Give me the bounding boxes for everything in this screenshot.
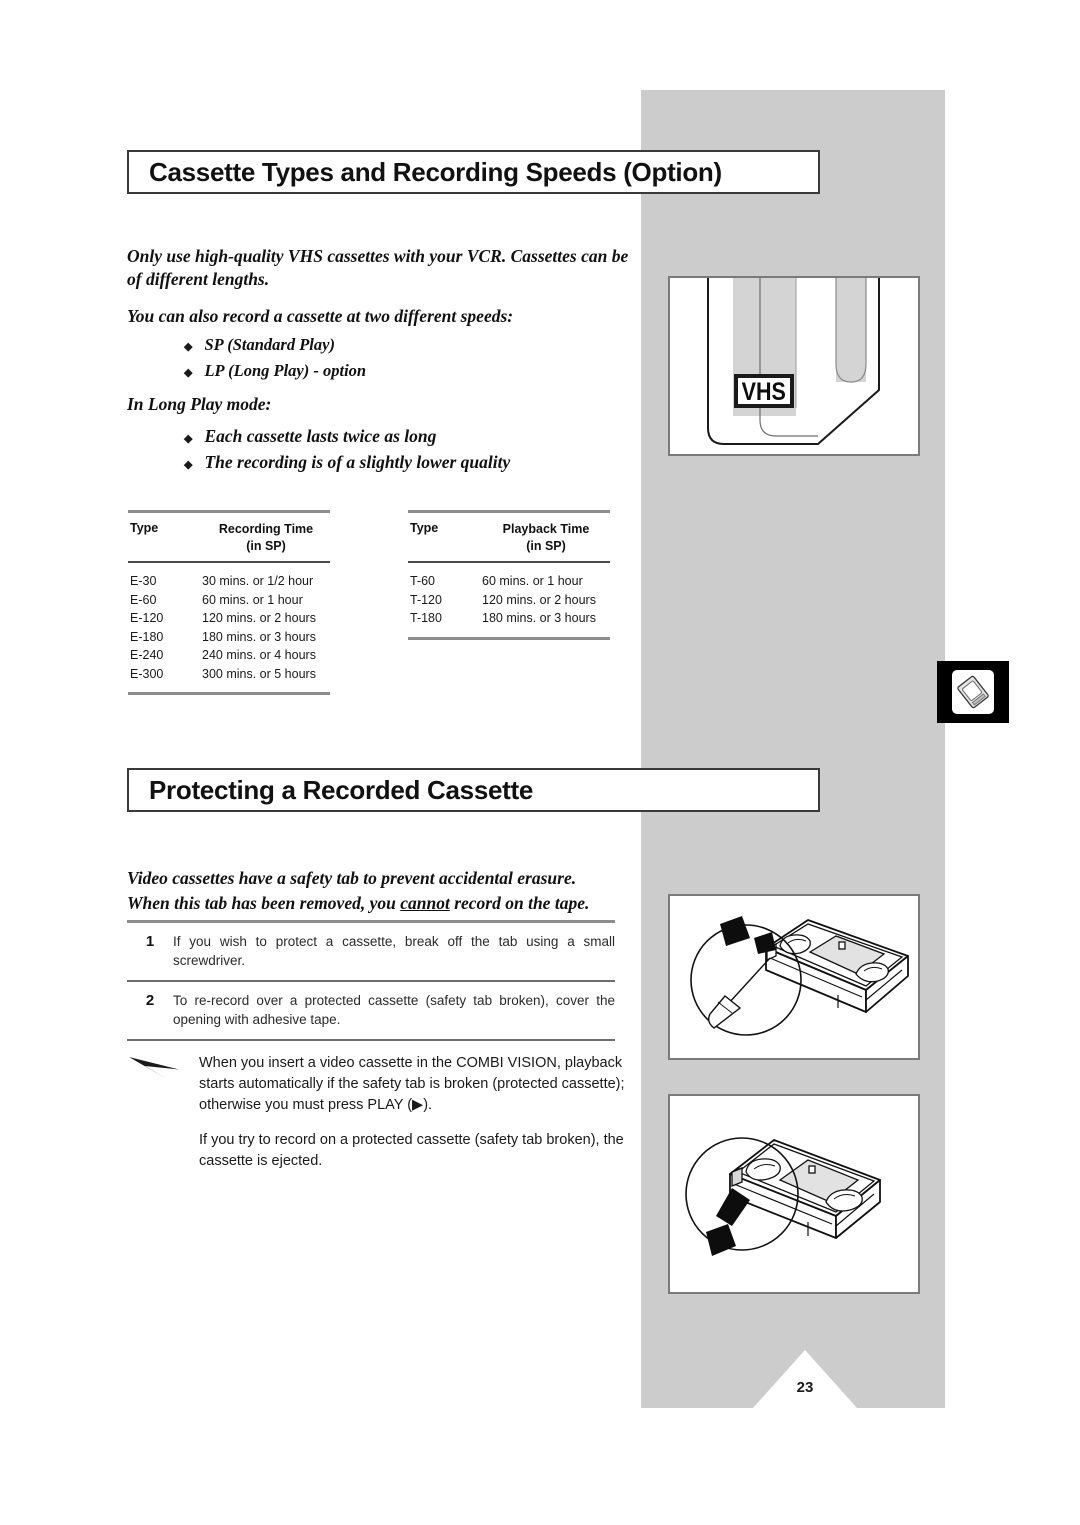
table-body: T-60 60 mins. or 1 hour T-120 120 mins. … (408, 563, 610, 637)
cell-type: T-60 (410, 574, 436, 588)
note-body: When you insert a video cassette in the … (199, 1053, 627, 1172)
diamond-bullet-icon: ◆ (184, 367, 193, 379)
section-title-text: Cassette Types and Recording Speeds (Opt… (149, 156, 722, 187)
diamond-bullet-icon: ◆ (184, 433, 193, 445)
table-row: E-300 300 mins. or 5 hours (128, 665, 330, 684)
step-item: 1 If you wish to protect a cassette, bre… (127, 923, 615, 980)
column-header-time-line1: Playback Time (502, 522, 590, 536)
table-body: E-30 30 mins. or 1/2 hour E-60 60 mins. … (128, 563, 330, 692)
column-header-type: Type (130, 521, 159, 535)
speeds-intro-paragraph: You can also record a cassette at two di… (127, 306, 514, 326)
section-title-cassette-types: Cassette Types and Recording Speeds (Opt… (127, 150, 820, 194)
table-row: E-60 60 mins. or 1 hour (128, 591, 330, 610)
protecting-steps-list: 1 If you wish to protect a cassette, bre… (127, 920, 615, 1041)
cell-time: 240 mins. or 4 hours (202, 648, 316, 662)
protecting-intro-emphasis: cannot (400, 893, 450, 913)
step-number: 1 (145, 933, 155, 950)
step-number: 2 (145, 992, 155, 1009)
note-paragraph-1: When you insert a video cassette in the … (199, 1053, 627, 1116)
column-header-type: Type (410, 521, 439, 535)
cell-time: 30 mins. or 1/2 hour (202, 574, 314, 588)
step-text: To re-record over a protected cassette (… (173, 993, 615, 1027)
list-item-label: LP (Long Play) - option (204, 361, 367, 380)
cell-type: E-60 (130, 592, 157, 607)
list-item-label: Each cassette lasts twice as long (204, 426, 437, 446)
diamond-bullet-icon: ◆ (184, 459, 193, 471)
diamond-bullet-icon: ◆ (184, 341, 193, 353)
cell-time: 120 mins. or 2 hours (202, 611, 316, 625)
protecting-intro-line1: Video cassettes have a safety tab to pre… (127, 868, 577, 888)
column-header-time: Recording Time (in SP) (202, 521, 330, 555)
cell-time: 300 mins. or 5 hours (202, 666, 316, 681)
list-item: ◆ LP (Long Play) - option (184, 358, 644, 384)
long-play-mode-heading: In Long Play mode: (127, 394, 272, 414)
cell-time: 180 mins. or 3 hours (482, 611, 596, 625)
column-header-time: Playback Time (in SP) (482, 521, 610, 555)
play-triangle-icon: ▶ (412, 1097, 424, 1113)
protecting-intro-paragraph: Video cassettes have a safety tab to pre… (127, 866, 642, 916)
list-item-label: The recording is of a slightly lower qua… (204, 452, 511, 472)
vhs-illustration-graphic: VHS (707, 278, 880, 445)
cell-type: T-120 (410, 592, 442, 607)
protecting-intro-line2-suffix: record on the tape. (449, 893, 590, 913)
broken-safety-tab-illustration (668, 1094, 920, 1294)
table-header-row: Type Recording Time (in SP) (128, 513, 330, 561)
list-item-label: SP (Standard Play) (204, 335, 335, 354)
cassette-marker-inner (952, 670, 994, 714)
table-bottom-rule (128, 692, 330, 695)
cell-type: E-120 (130, 611, 164, 625)
note-paragraph-1-suffix: ). (423, 1097, 433, 1113)
table-row: T-60 60 mins. or 1 hour (408, 572, 610, 591)
table-row: E-240 240 mins. or 4 hours (128, 646, 330, 665)
column-header-time-line2: (in SP) (246, 539, 286, 553)
section-title-protecting-cassette: Protecting a Recorded Cassette (127, 768, 820, 812)
page-number-notch (641, 1348, 945, 1408)
protecting-intro-line2-prefix: When this tab has been removed, you (127, 893, 401, 913)
step-text: If you wish to protect a cassette, break… (173, 934, 615, 968)
mini-cassette-icon (957, 675, 989, 709)
cell-type: T-180 (410, 611, 442, 625)
vhs-cassette-front-illustration: VHS (668, 276, 920, 456)
cell-type: E-180 (130, 629, 164, 644)
page-number: 23 (796, 1379, 814, 1396)
table-header-row: Type Playback Time (in SP) (408, 513, 610, 561)
table-row: T-180 180 mins. or 3 hours (408, 609, 610, 628)
list-item: ◆ Each cassette lasts twice as long (184, 423, 644, 449)
column-header-time-line2: (in SP) (526, 539, 566, 553)
table-row: E-180 180 mins. or 3 hours (128, 628, 330, 647)
recording-time-table: Type Recording Time (in SP) E-30 30 mins… (128, 510, 330, 695)
cell-type: E-30 (130, 574, 157, 588)
cell-type: E-240 (130, 648, 164, 662)
list-item: ◆ The recording is of a slightly lower q… (184, 449, 644, 475)
table-row: E-30 30 mins. or 1/2 hour (128, 572, 330, 591)
break-tab-graphic (690, 916, 909, 1036)
step-item: 2 To re-record over a protected cassette… (127, 982, 615, 1039)
vhs-logo: VHS (734, 374, 794, 408)
breaking-safety-tab-illustration (668, 894, 920, 1060)
steps-bottom-rule (127, 1039, 615, 1041)
speed-bullet-list: ◆ SP (Standard Play) ◆ LP (Long Play) - … (184, 332, 644, 384)
playback-time-table: Type Playback Time (in SP) T-60 60 mins.… (408, 510, 610, 640)
note-block: When you insert a video cassette in the … (127, 1053, 627, 1172)
long-play-bullet-list: ◆ Each cassette lasts twice as long ◆ Th… (184, 423, 644, 475)
cassette-tab-marker-icon (937, 661, 1009, 723)
cell-time: 180 mins. or 3 hours (202, 629, 316, 644)
note-arrow-icon (127, 1053, 199, 1172)
table-row: T-120 120 mins. or 2 hours (408, 591, 610, 610)
list-item: ◆ SP (Standard Play) (184, 332, 644, 358)
column-header-time-line1: Recording Time (218, 522, 314, 536)
cassette-intro-paragraph: Only use high-quality VHS cassettes with… (127, 246, 629, 289)
cell-type: E-300 (130, 666, 164, 681)
broken-tab-graphic (685, 1137, 881, 1256)
note-paragraph-2: If you try to record on a protected cass… (199, 1132, 624, 1169)
cell-time: 60 mins. or 1 hour (202, 592, 303, 607)
cell-time: 120 mins. or 2 hours (482, 592, 596, 607)
cell-time: 60 mins. or 1 hour (482, 574, 583, 588)
table-row: E-120 120 mins. or 2 hours (128, 609, 330, 628)
table-bottom-rule (408, 636, 610, 640)
section-title-text: Protecting a Recorded Cassette (149, 774, 534, 805)
svg-text:VHS: VHS (742, 377, 786, 405)
